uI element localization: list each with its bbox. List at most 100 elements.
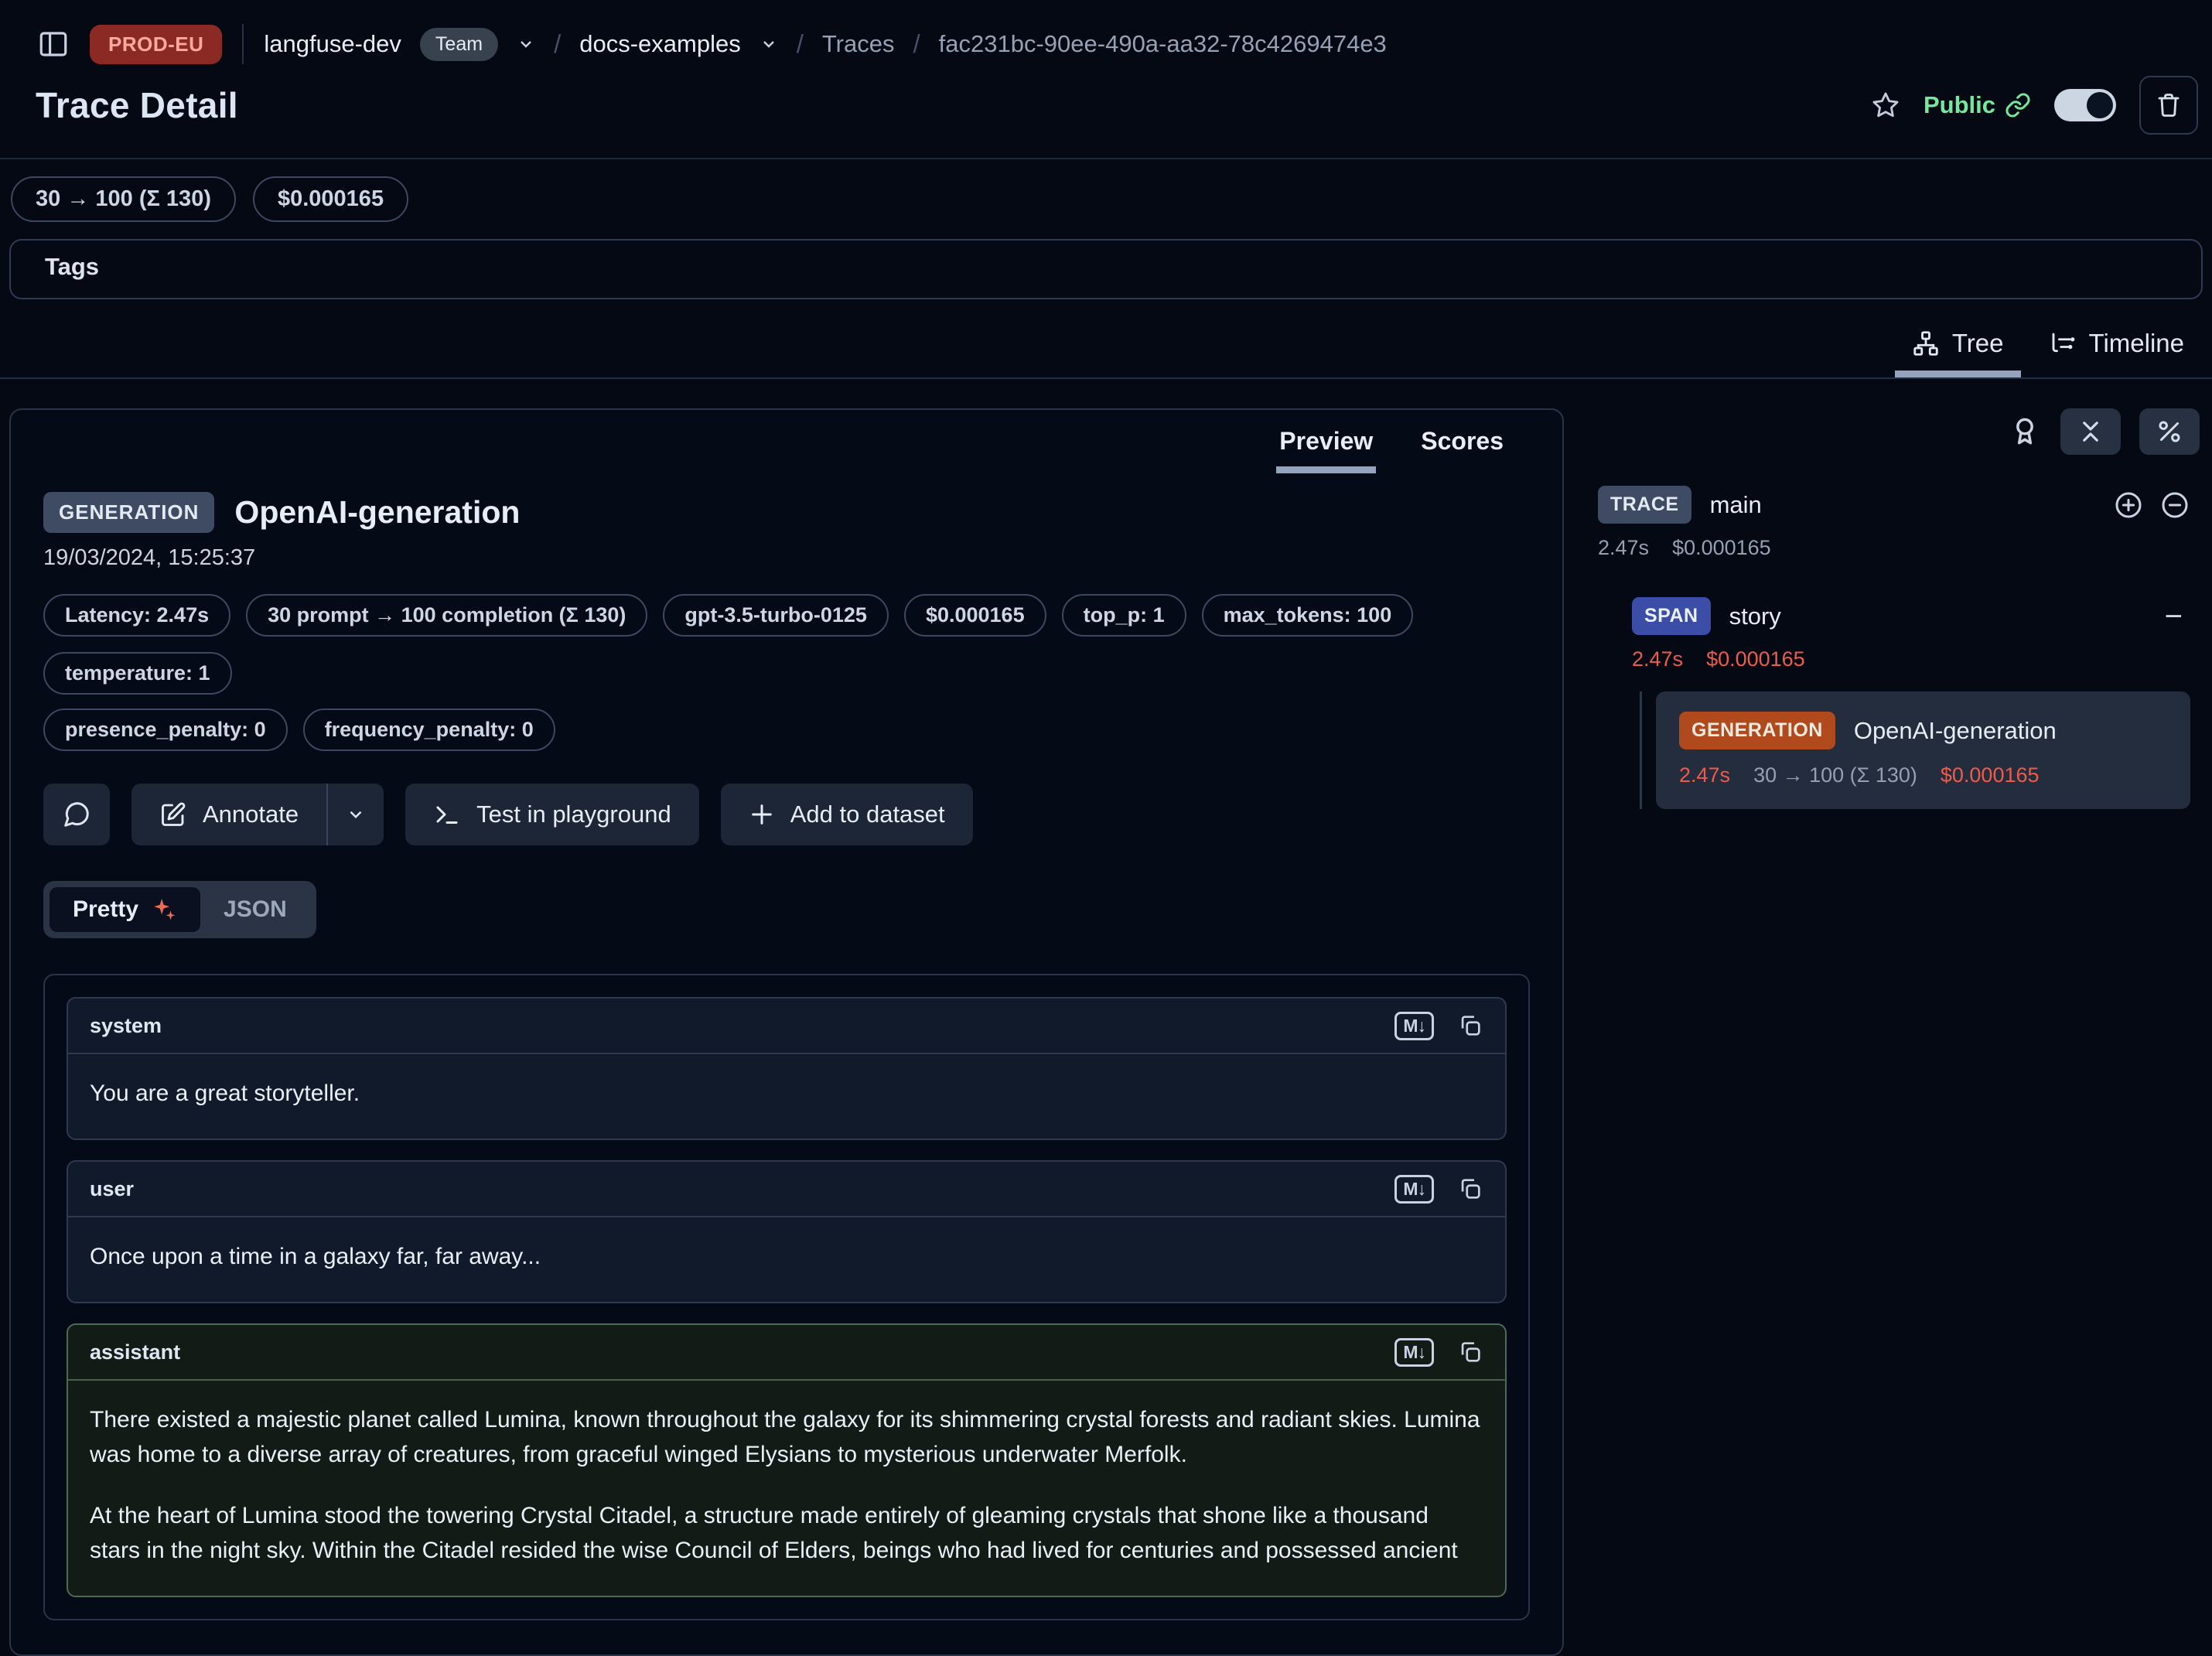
copy-button[interactable] [1457,1012,1483,1039]
cost-badge: $0.000165 [904,594,1046,637]
trace-token-usage-badge: 30 → 100 (Σ 130) [11,176,236,222]
expand-all-button[interactable] [2113,490,2144,521]
markdown-toggle-button[interactable]: M↓ [1394,1342,1434,1363]
generation-node-badge: GENERATION [1679,712,1835,749]
breadcrumb-project[interactable]: docs-examples [579,30,740,58]
percent-icon [2156,418,2183,446]
span-node: SPAN story − 2.47s $0.000165 GENERATION [1632,597,2190,809]
plus-icon [749,801,775,828]
page-header: Trace Detail Public [0,74,2212,158]
message-paragraph: You are a great storyteller. [90,1076,1483,1111]
message-paragraph: Once upon a time in a galaxy far, far aw… [90,1239,1483,1274]
delete-trace-button[interactable] [2139,76,2198,135]
tags-section[interactable]: Tags [9,239,2203,299]
collapse-span-button[interactable]: − [2165,601,2183,632]
message-tools: M↓ [1394,1176,1483,1202]
message-header: assistant M↓ [68,1325,1505,1381]
org-switcher-button[interactable] [517,35,535,53]
message-content: You are a great storyteller. [68,1054,1505,1139]
breadcrumb-org[interactable]: langfuse-dev [264,30,401,58]
copy-icon [1457,1176,1483,1202]
trace-node-badge: TRACE [1598,486,1691,524]
trace-detail-page: PROD-EU langfuse-dev Team / docs-example… [0,0,2212,1459]
generation-latency: 2.47s [1679,763,1730,787]
markdown-toggle-button[interactable]: M↓ [1394,1016,1434,1036]
public-toggle[interactable] [2054,89,2116,121]
public-link[interactable]: Public [1924,91,2031,119]
scores-award-button[interactable] [2008,415,2042,449]
collapse-panel-button[interactable] [2060,408,2121,455]
tab-preview[interactable]: Preview [1276,421,1376,473]
message-role: assistant [90,1340,180,1364]
observation-actions: Annotate Test in playground [43,784,1530,845]
link-icon [2005,92,2031,118]
page-title: Trace Detail [36,84,238,126]
org-plan-badge: Team [420,28,498,61]
divider [242,24,244,64]
format-toggle: Pretty JSON [43,881,316,938]
message-role: user [90,1177,134,1201]
generation-node-stats: 2.47s 30 → 100 (Σ 130) $0.000165 [1679,763,2167,787]
message-content: Once upon a time in a galaxy far, far aw… [68,1217,1505,1302]
message-role: system [90,1014,162,1038]
test-in-playground-button[interactable]: Test in playground [405,784,699,845]
playground-label: Test in playground [476,801,671,828]
markdown-toggle-button[interactable]: M↓ [1394,1179,1434,1200]
tab-tree-label: Tree [1952,329,2004,358]
breadcrumb: langfuse-dev Team / docs-examples / Trac… [264,28,1386,61]
breadcrumb-traces[interactable]: Traces [822,30,895,58]
comment-button[interactable] [43,784,110,845]
copy-button[interactable] [1457,1176,1483,1202]
message-tools: M↓ [1394,1339,1483,1365]
span-node-name: story [1729,603,1781,630]
observation-body: GENERATION OpenAI-generation 19/03/2024,… [11,473,1562,1654]
generation-node-selected[interactable]: GENERATION OpenAI-generation 2.47s 30 → … [1656,691,2190,809]
markdown-icon: M↓ [1394,1338,1434,1367]
show-metrics-percent-button[interactable] [2139,408,2200,455]
sidebar-toggle-button[interactable] [37,28,70,60]
format-pretty-button[interactable]: Pretty [49,887,200,932]
trace-tree-sidebar: TRACE main [1584,408,2201,809]
chevron-down-icon [346,804,366,825]
breadcrumb-separator: / [797,29,804,59]
chevron-down-icon [760,35,778,53]
observation-header: GENERATION OpenAI-generation [43,492,1530,533]
tab-timeline[interactable]: Timeline [2032,323,2201,377]
format-json-button[interactable]: JSON [200,887,310,932]
bookmark-star-button[interactable] [1871,90,1900,120]
top-p-badge: top_p: 1 [1062,594,1186,637]
span-cost: $0.000165 [1706,647,1805,671]
annotate-dropdown-button[interactable] [326,784,384,845]
message-tools: M↓ [1394,1012,1483,1039]
trace-cost: $0.000165 [1672,536,1771,560]
timeline-icon [2049,329,2077,357]
copy-icon [1457,1012,1483,1039]
generation-tokens: 30 → 100 (Σ 130) [1753,763,1917,787]
token-usage-badge: 30 prompt → 100 completion (Σ 130) [246,594,647,637]
observation-timestamp: 19/03/2024, 15:25:37 [43,545,1530,571]
minus-circle-icon [2159,490,2190,521]
span-node-row[interactable]: SPAN story − [1632,597,2190,635]
project-switcher-button[interactable] [760,35,778,53]
tab-tree[interactable]: Tree [1895,323,2021,377]
trace-tree: TRACE main [1584,486,2201,809]
latency-badge: Latency: 2.47s [43,594,230,637]
message-user: user M↓ Once upon a t [67,1160,1507,1303]
toggle-knob [2087,92,2113,118]
breadcrumb-separator: / [913,29,920,59]
message-system: system M↓ You are a g [67,997,1507,1140]
collapse-all-button[interactable] [2159,490,2190,521]
panel-tabs: Preview Scores [11,410,1562,473]
copy-button[interactable] [1457,1339,1483,1365]
observation-type-badge: GENERATION [43,492,214,533]
trace-cost-badge: $0.000165 [253,176,408,222]
annotate-button[interactable]: Annotate [131,784,326,845]
plus-circle-icon [2113,490,2144,521]
breadcrumb-bar: PROD-EU langfuse-dev Team / docs-example… [0,0,2212,74]
tab-scores[interactable]: Scores [1418,421,1507,473]
trace-node-row[interactable]: TRACE main [1598,486,2190,524]
panel-left-icon [37,28,70,60]
sparkles-icon [151,896,177,923]
model-badge[interactable]: gpt-3.5-turbo-0125 [663,594,889,637]
add-to-dataset-button[interactable]: Add to dataset [721,784,973,845]
